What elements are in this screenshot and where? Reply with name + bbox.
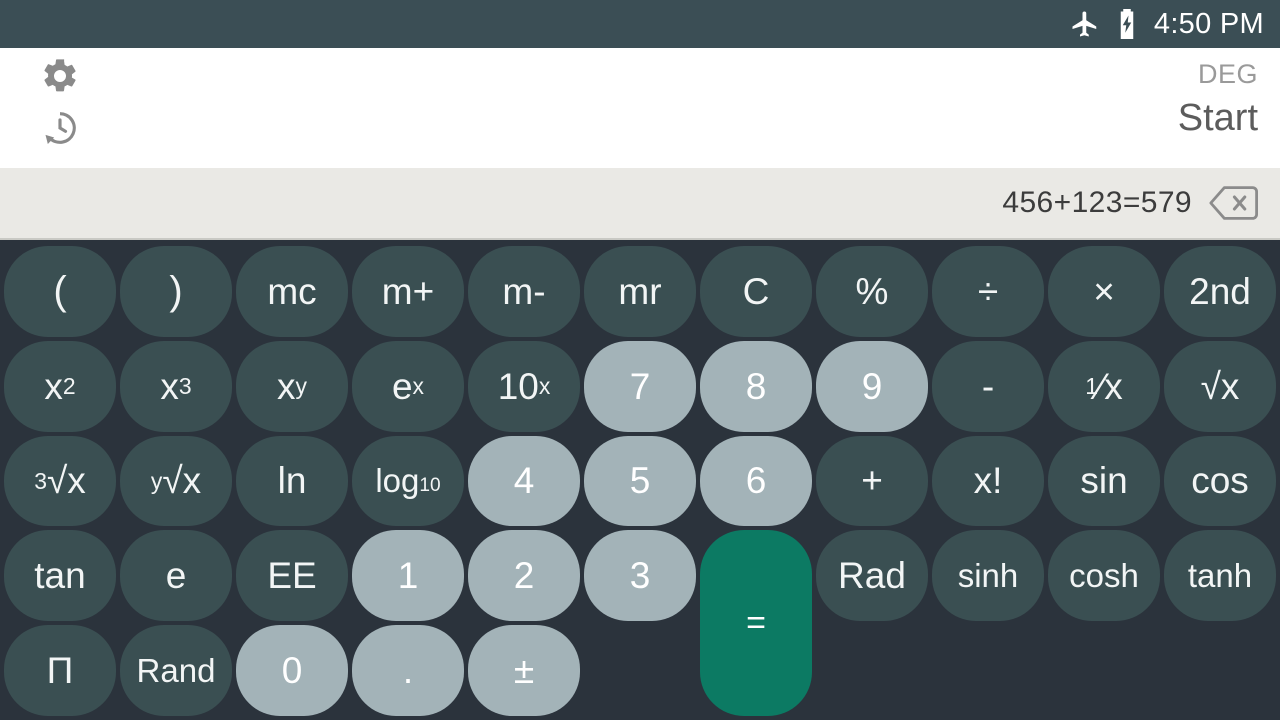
key-close-paren[interactable]: ) <box>120 246 232 337</box>
key-sin[interactable]: sin <box>1048 435 1160 527</box>
key-2[interactable]: 2 <box>468 530 580 622</box>
key-5[interactable]: 5 <box>584 435 696 527</box>
key-divide[interactable]: ÷ <box>932 246 1044 337</box>
key-memory-clear[interactable]: mc <box>236 246 348 337</box>
key-subtract[interactable]: - <box>932 340 1044 432</box>
key-tanh[interactable]: tanh <box>1164 530 1276 622</box>
key-memory-add[interactable]: m+ <box>352 246 464 337</box>
history-clock-icon[interactable] <box>38 106 82 150</box>
key-7[interactable]: 7 <box>584 340 696 432</box>
status-time: 4:50 PM <box>1153 7 1264 40</box>
key-open-paren[interactable]: ( <box>4 246 116 337</box>
key-sinh[interactable]: sinh <box>932 530 1044 622</box>
header-icon-group <box>38 54 98 158</box>
key-memory-subtract[interactable]: m- <box>468 246 580 337</box>
key-cosh[interactable]: cosh <box>1048 530 1160 622</box>
key-sign-toggle[interactable]: ± <box>468 625 580 716</box>
key-1[interactable]: 1 <box>352 530 464 622</box>
key-cos[interactable]: cos <box>1164 435 1276 527</box>
key-second[interactable]: 2nd <box>1164 246 1276 337</box>
key-6[interactable]: 6 <box>700 435 812 527</box>
key-8[interactable]: 8 <box>700 340 812 432</box>
key-equals[interactable]: = <box>700 530 812 716</box>
header-right-group: DEG Start <box>1178 56 1258 142</box>
airplane-icon <box>1070 9 1100 39</box>
key-percent[interactable]: % <box>816 246 928 337</box>
key-exp-e[interactable]: ex <box>352 340 464 432</box>
key-3[interactable]: 3 <box>584 530 696 622</box>
key-power[interactable]: xy <box>236 340 348 432</box>
key-9[interactable]: 9 <box>816 340 928 432</box>
key-square-root[interactable]: √x <box>1164 340 1276 432</box>
key-reciprocal[interactable]: 1 ⁄x <box>1048 340 1160 432</box>
key-ee[interactable]: EE <box>236 530 348 622</box>
header-panel: DEG Start <box>0 48 1280 168</box>
key-cube-root[interactable]: 3 √x <box>4 435 116 527</box>
angle-mode-label[interactable]: DEG <box>1178 56 1258 92</box>
keypad: () mc m+ m-mr C% ÷ × 2nd x 2 x 3 x y e x 10 x 7 8 9-1 ⁄x √x 3 √x… <box>0 242 1280 720</box>
key-factorial[interactable]: x! <box>932 435 1044 527</box>
key-rad[interactable]: Rad <box>816 530 928 622</box>
key-clear[interactable]: C <box>700 246 812 337</box>
backspace-icon[interactable] <box>1206 183 1262 223</box>
key-multiply[interactable]: × <box>1048 246 1160 337</box>
key-add[interactable]: + <box>816 435 928 527</box>
start-label[interactable]: Start <box>1178 94 1258 142</box>
key-square[interactable]: x2 <box>4 340 116 432</box>
key-decimal[interactable]: . <box>352 625 464 716</box>
key-memory-recall[interactable]: mr <box>584 246 696 337</box>
expression-text: 456+123=579 <box>1002 186 1192 219</box>
key-log-base-ten[interactable]: log 10 <box>352 435 464 527</box>
key-4[interactable]: 4 <box>468 435 580 527</box>
key-random[interactable]: Rand <box>120 625 232 716</box>
gear-icon[interactable] <box>38 54 82 98</box>
status-bar: 4:50 PM <box>0 0 1280 48</box>
key-pi[interactable]: Π <box>4 625 116 716</box>
battery-charging-icon <box>1114 9 1140 39</box>
expression-strip: 456+123=579 <box>0 168 1280 240</box>
key-euler[interactable]: e <box>120 530 232 622</box>
key-cube[interactable]: x3 <box>120 340 232 432</box>
calculator-app-screen: 4:50 PM DEG Start 456+123=579 () mc m+ … <box>0 0 1280 720</box>
key-nth-root[interactable]: y √x <box>120 435 232 527</box>
key-tan[interactable]: tan <box>4 530 116 622</box>
key-0[interactable]: 0 <box>236 625 348 716</box>
key-natural-log[interactable]: ln <box>236 435 348 527</box>
key-exp-ten[interactable]: 10 x <box>468 340 580 432</box>
